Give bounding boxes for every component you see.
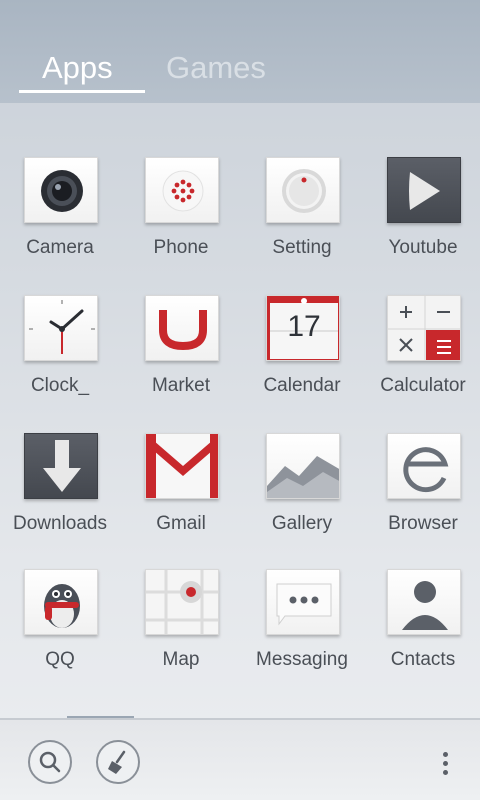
broom-icon (108, 750, 126, 774)
settings-icon (266, 157, 340, 223)
app-calendar[interactable]: 17 Calendar (242, 295, 362, 425)
app-label: Market (151, 375, 211, 396)
app-gallery[interactable]: Gallery (242, 433, 362, 563)
app-label: Cntacts (390, 649, 456, 670)
app-label: Calculator (380, 375, 466, 396)
app-clock[interactable]: Clock_ (0, 295, 120, 425)
search-icon (39, 751, 61, 773)
app-messaging[interactable]: Messaging (242, 569, 362, 699)
gallery-icon (266, 433, 340, 499)
app-setting[interactable]: Setting (242, 157, 362, 287)
app-label: Messaging (256, 649, 348, 670)
app-label: Gallery (271, 513, 333, 534)
browser-icon (387, 433, 461, 499)
app-label: Clock_ (30, 375, 90, 396)
app-market[interactable]: Market (121, 295, 241, 425)
camera-icon (24, 157, 98, 223)
phone-icon (145, 157, 219, 223)
app-calculator[interactable]: Calculator (363, 295, 480, 425)
app-contacts[interactable]: Cntacts (363, 569, 480, 699)
messaging-icon (266, 569, 340, 635)
calendar-day: 17 (287, 310, 321, 343)
app-browser[interactable]: Browser (363, 433, 480, 563)
calculator-icon (387, 295, 461, 361)
app-phone[interactable]: Phone (121, 157, 241, 287)
app-label: Camera (26, 237, 94, 258)
app-label: Youtube (388, 237, 458, 258)
app-label: QQ (45, 649, 75, 670)
more-options-button[interactable] (438, 752, 454, 780)
tab-apps[interactable]: Apps (42, 50, 113, 86)
app-label: Gmail (156, 513, 206, 534)
market-icon (145, 295, 219, 361)
app-map[interactable]: Map (121, 569, 241, 699)
app-label: Browser (388, 513, 458, 534)
app-label: Downloads (13, 513, 107, 534)
search-button[interactable] (28, 740, 72, 784)
youtube-icon (387, 157, 461, 223)
bottom-bar (0, 718, 480, 800)
clean-button[interactable] (96, 740, 140, 784)
app-label: Setting (272, 237, 332, 258)
tab-bar: Apps Games (0, 0, 480, 103)
gmail-icon (145, 433, 219, 499)
clock-icon (24, 295, 98, 361)
active-tab-indicator (19, 90, 145, 93)
app-label: Calendar (263, 375, 341, 396)
contacts-icon (387, 569, 461, 635)
app-youtube[interactable]: Youtube (363, 157, 480, 287)
app-downloads[interactable]: Downloads (0, 433, 120, 563)
qq-icon (24, 569, 98, 635)
app-label: Phone (153, 237, 209, 258)
app-gmail[interactable]: Gmail (121, 433, 241, 563)
app-qq[interactable]: QQ (0, 569, 120, 699)
map-icon (145, 569, 219, 635)
tab-games[interactable]: Games (166, 50, 266, 86)
app-label: Map (162, 649, 200, 670)
app-camera[interactable]: Camera (0, 157, 120, 287)
downloads-icon (24, 433, 98, 499)
calendar-icon: 17 (266, 295, 340, 361)
more-vertical-icon (443, 752, 448, 757)
